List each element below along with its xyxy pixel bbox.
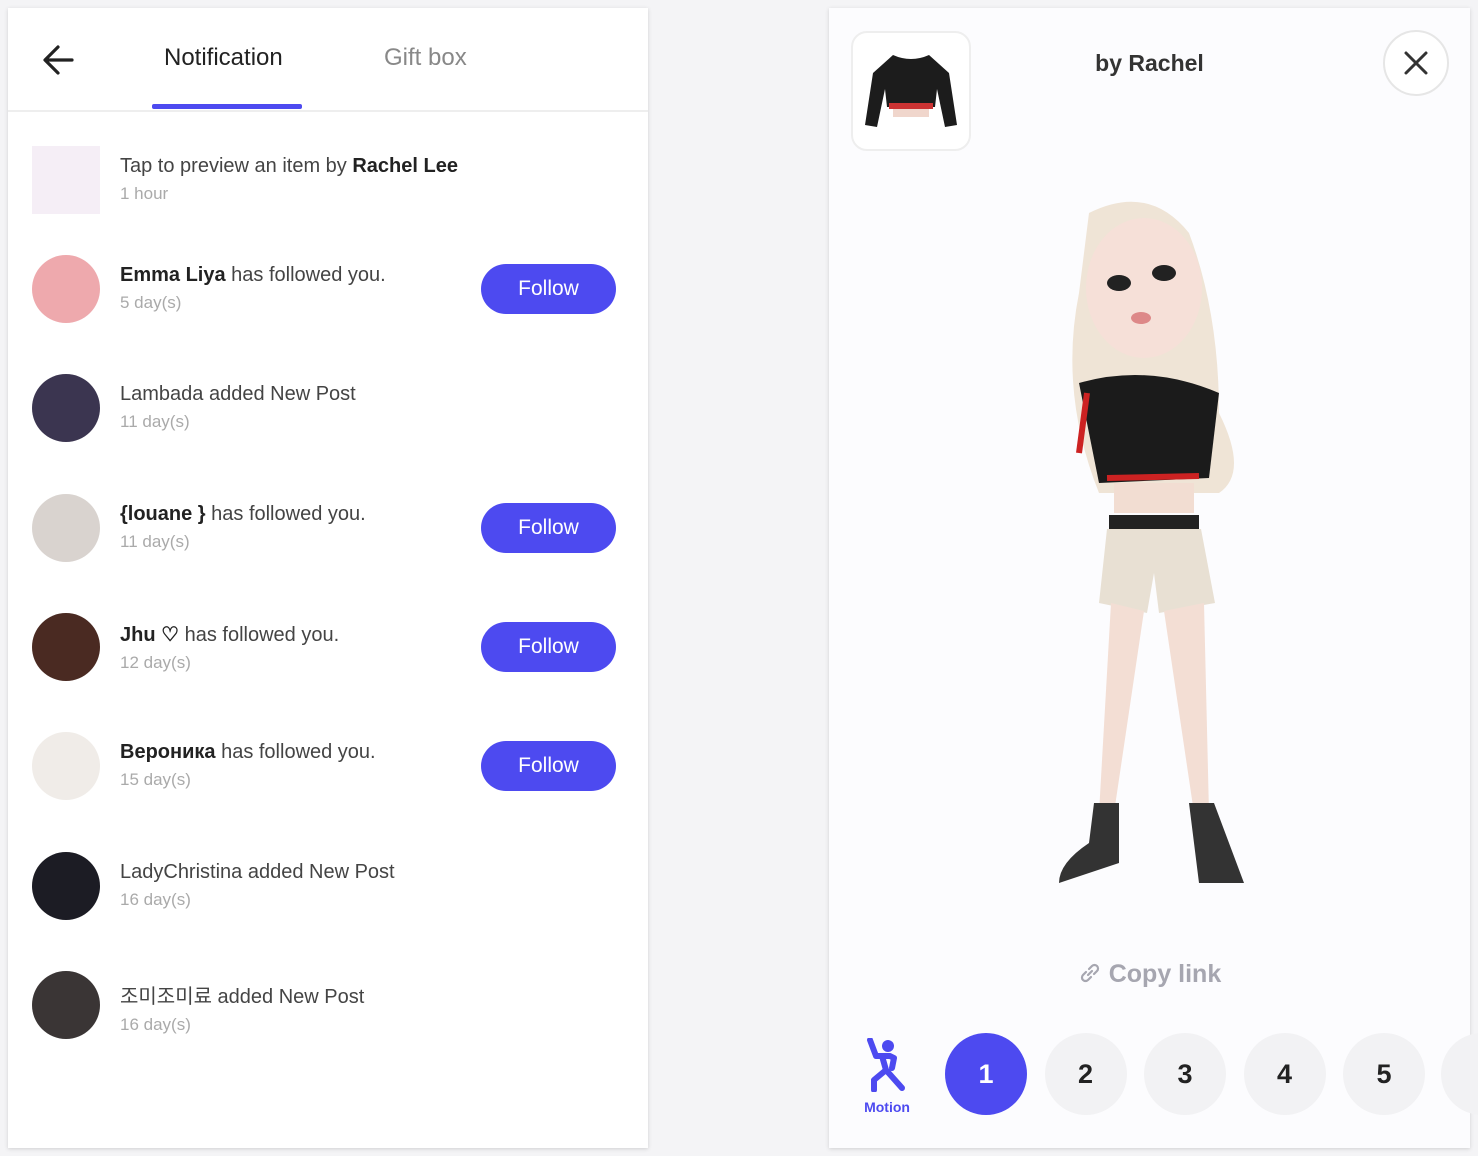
tab-gift-box[interactable]: Gift box bbox=[384, 44, 467, 72]
motion-label: Motion bbox=[864, 1099, 910, 1115]
message-text: Lambada added New Post bbox=[120, 383, 356, 405]
avatar[interactable] bbox=[32, 374, 100, 442]
notification-item[interactable]: 조미조미료 added New Post 16 day(s) bbox=[8, 950, 648, 1060]
follow-button[interactable]: Follow bbox=[481, 622, 616, 672]
notification-message: {louane } has followed you. bbox=[120, 503, 366, 526]
motion-option-1[interactable]: 1 bbox=[945, 1033, 1027, 1115]
notification-message: Emma Liya has followed you. bbox=[120, 264, 386, 287]
notification-item[interactable]: Lambada added New Post 11 day(s) bbox=[8, 353, 648, 463]
message-text: 조미조미료 added New Post bbox=[120, 986, 365, 1008]
avatar[interactable] bbox=[32, 732, 100, 800]
motion-option-5[interactable]: 5 bbox=[1343, 1033, 1425, 1115]
avatar[interactable] bbox=[32, 494, 100, 562]
tab-notification[interactable]: Notification bbox=[164, 44, 283, 72]
notification-text: Lambada added New Post 11 day(s) bbox=[120, 383, 356, 432]
close-icon bbox=[1404, 51, 1428, 75]
notification-item[interactable]: LadyChristina added New Post 16 day(s) bbox=[8, 831, 648, 941]
timestamp: 11 day(s) bbox=[120, 532, 190, 551]
user-name: Rachel Lee bbox=[352, 155, 458, 177]
notification-item[interactable]: Emma Liya has followed you. 5 day(s) Fol… bbox=[8, 234, 648, 344]
motion-option-2[interactable]: 2 bbox=[1044, 1033, 1127, 1115]
notification-text: 조미조미료 added New Post 16 day(s) bbox=[120, 980, 364, 1035]
header: Notification Gift box bbox=[8, 8, 648, 112]
notification-text: Tap to preview an item by Rachel Lee 1 h… bbox=[120, 155, 458, 204]
user-name: Вероника bbox=[120, 741, 216, 763]
user-name: Jhu ♡ bbox=[120, 624, 180, 646]
active-tab-indicator bbox=[152, 104, 302, 109]
motion-option-3[interactable]: 3 bbox=[1144, 1033, 1226, 1115]
notification-item[interactable]: {louane } has followed you. 11 day(s) Fo… bbox=[8, 473, 648, 583]
user-name: {louane } bbox=[120, 503, 206, 525]
message-text: has followed you. bbox=[179, 624, 340, 646]
timestamp: 12 day(s) bbox=[120, 653, 191, 672]
timestamp: 16 day(s) bbox=[120, 890, 191, 909]
item-thumbnail[interactable] bbox=[851, 31, 971, 151]
notification-item[interactable]: Tap to preview an item by Rachel Lee 1 h… bbox=[8, 125, 648, 235]
message-text: Tap to preview an item by bbox=[120, 155, 353, 177]
follow-button[interactable]: Follow bbox=[481, 503, 616, 553]
user-name: Emma Liya bbox=[120, 264, 226, 286]
timestamp: 16 day(s) bbox=[120, 1015, 191, 1034]
follow-button[interactable]: Follow bbox=[481, 741, 616, 791]
message-text: has followed you. bbox=[215, 741, 376, 763]
notification-message: Jhu ♡ has followed you. bbox=[120, 622, 339, 647]
message-text: has followed you. bbox=[205, 503, 366, 525]
notification-text: Jhu ♡ has followed you. 12 day(s) bbox=[120, 622, 339, 673]
notification-text: Emma Liya has followed you. 5 day(s) bbox=[120, 264, 386, 313]
notification-message: Lambada added New Post bbox=[120, 383, 356, 406]
notification-text: Вероника has followed you. 15 day(s) bbox=[120, 741, 376, 790]
timestamp: 5 day(s) bbox=[120, 293, 182, 312]
avatar-3d-character bbox=[1059, 201, 1244, 883]
notification-message: 조미조미료 added New Post bbox=[120, 980, 364, 1009]
avatar[interactable] bbox=[32, 255, 100, 323]
timestamp: 1 hour bbox=[120, 184, 169, 203]
dancing-person-icon bbox=[867, 1037, 905, 1093]
avatar[interactable] bbox=[32, 613, 100, 681]
copy-link-button[interactable]: Copy link bbox=[829, 960, 1470, 989]
link-icon bbox=[1080, 963, 1099, 983]
back-arrow-icon[interactable] bbox=[38, 40, 78, 80]
notification-item[interactable]: Jhu ♡ has followed you. 12 day(s) Follow bbox=[8, 592, 648, 702]
close-button[interactable] bbox=[1383, 30, 1449, 96]
message-text: has followed you. bbox=[225, 264, 386, 286]
notification-text: LadyChristina added New Post 16 day(s) bbox=[120, 861, 395, 910]
timestamp: 15 day(s) bbox=[120, 770, 191, 789]
copy-link-label: Copy link bbox=[1108, 960, 1222, 988]
message-text: LadyChristina added New Post bbox=[120, 861, 395, 883]
follow-button[interactable]: Follow bbox=[481, 264, 616, 314]
notification-message: LadyChristina added New Post bbox=[120, 861, 395, 884]
notification-message: Tap to preview an item by Rachel Lee bbox=[120, 155, 458, 178]
avatar[interactable] bbox=[32, 971, 100, 1039]
motion-button[interactable]: Motion bbox=[857, 1037, 917, 1115]
motion-option-more[interactable] bbox=[1441, 1033, 1478, 1115]
preview-panel: by Rachel Copy link Motion 12345 bbox=[829, 8, 1478, 1148]
avatar[interactable] bbox=[32, 852, 100, 920]
timestamp: 11 day(s) bbox=[120, 412, 190, 431]
notification-panel: Notification Gift box Tap to preview an … bbox=[8, 8, 648, 1148]
notification-item[interactable]: Вероника has followed you. 15 day(s) Fol… bbox=[8, 711, 648, 821]
notification-message: Вероника has followed you. bbox=[120, 741, 376, 764]
motion-option-4[interactable]: 4 bbox=[1243, 1033, 1326, 1115]
item-thumbnail[interactable] bbox=[32, 146, 100, 214]
notification-text: {louane } has followed you. 11 day(s) bbox=[120, 503, 366, 552]
creator-title: by Rachel bbox=[1095, 50, 1204, 76]
